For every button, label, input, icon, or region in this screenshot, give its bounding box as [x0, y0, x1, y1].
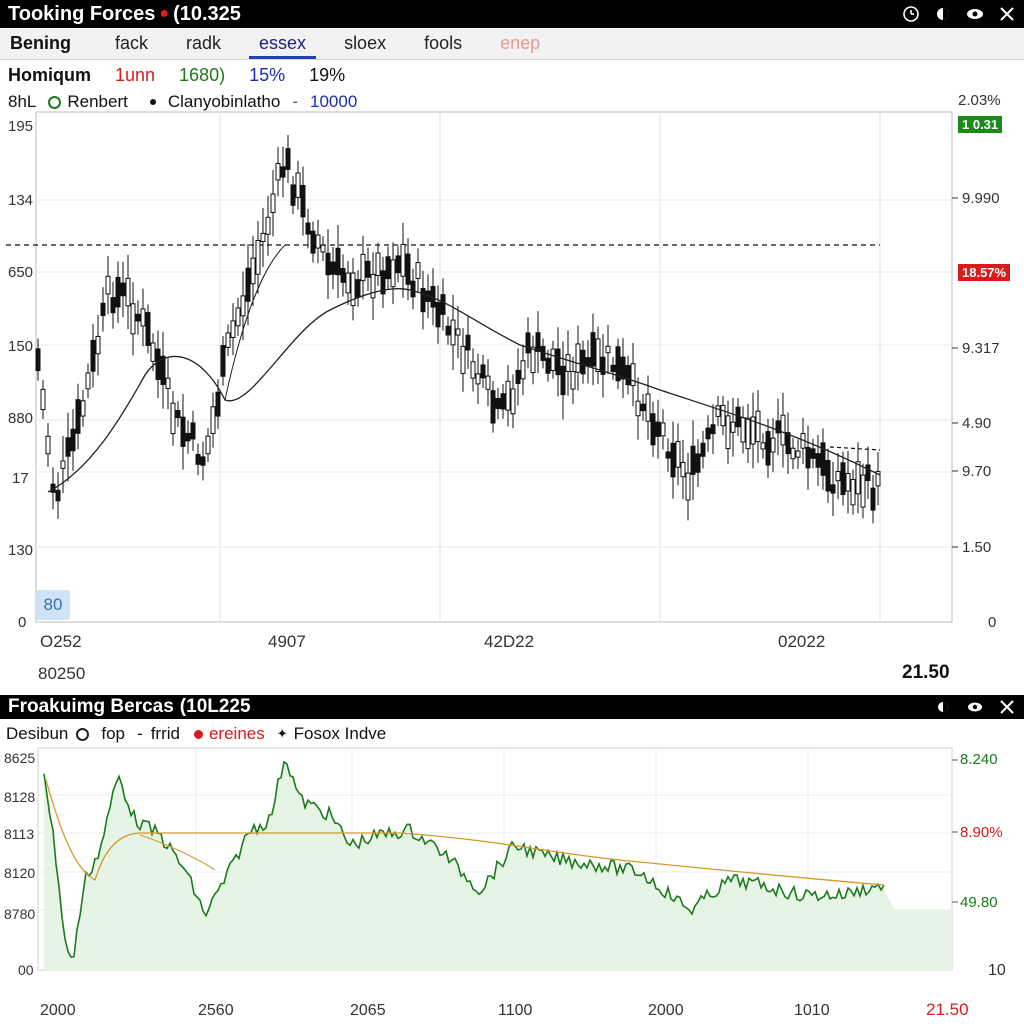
- bottom-right-label: 21.50: [926, 1000, 969, 1019]
- left-tick: 8128: [4, 789, 36, 805]
- x-tick: 2065: [350, 1002, 386, 1019]
- right-tick: 10: [988, 962, 1006, 979]
- right-tick: 49.80: [960, 894, 998, 911]
- x-tick: 2000: [40, 1002, 76, 1019]
- left-tick: 8113: [4, 826, 35, 842]
- x-tick: 1010: [794, 1002, 830, 1019]
- left-tick: 8780: [4, 906, 36, 922]
- left-tick: 8625: [4, 750, 36, 766]
- x-tick: 2000: [648, 1002, 684, 1019]
- x-tick: 1100: [498, 1002, 533, 1019]
- left-tick: 8120: [4, 865, 36, 881]
- right-tick: 8.90%: [960, 824, 1003, 841]
- left-tick: 00: [18, 962, 34, 978]
- x-tick: 2560: [198, 1002, 234, 1019]
- lower-indicator-chart[interactable]: [0, 0, 1024, 1024]
- right-tick: 8.240: [960, 751, 998, 768]
